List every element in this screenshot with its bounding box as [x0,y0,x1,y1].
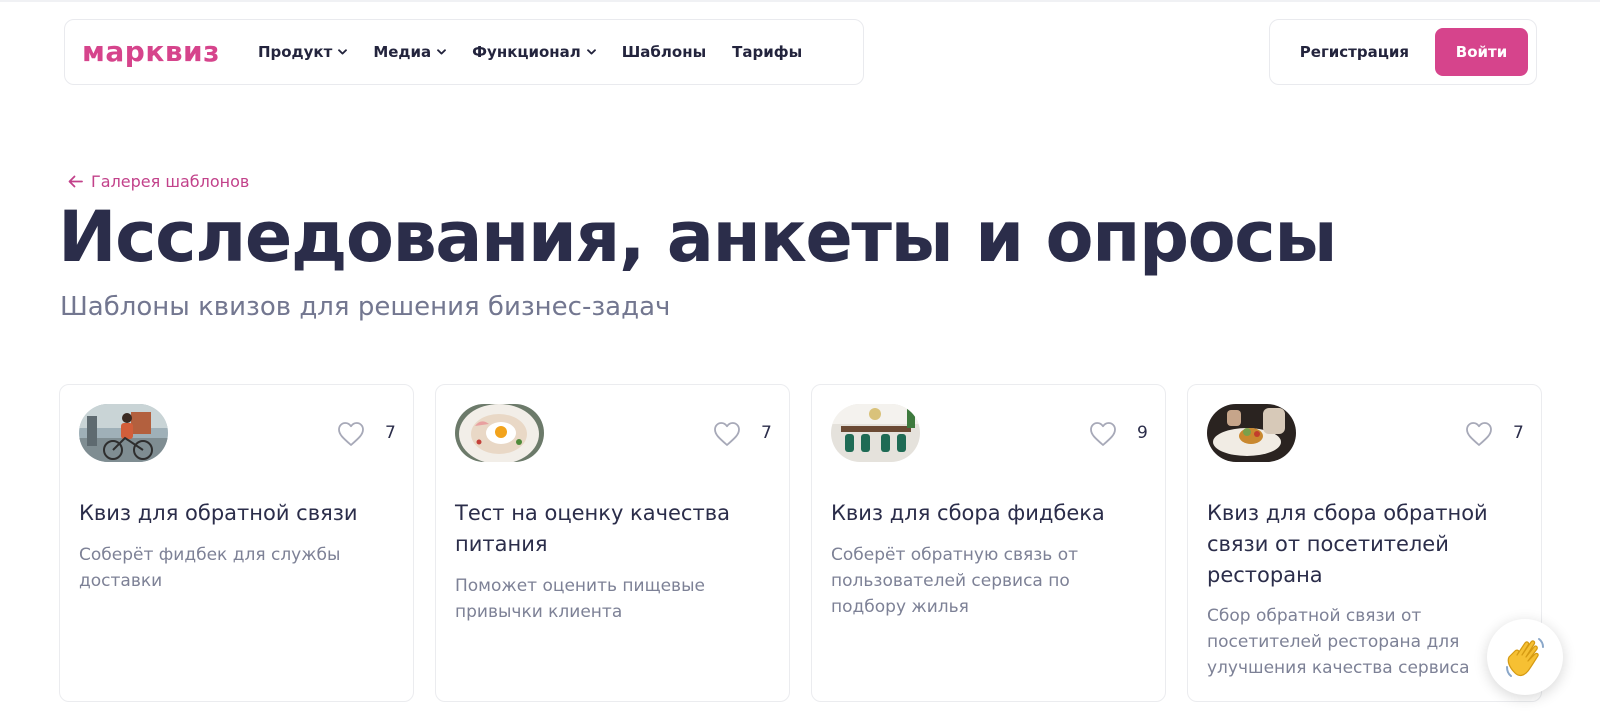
heart-icon[interactable] [1465,421,1493,447]
card-description: Соберёт обратную связь от пользователей … [831,545,1079,617]
likes-count: 7 [1513,423,1524,443]
card-thumbnail [455,404,544,462]
nav-item-label: Тарифы [732,43,803,61]
card-thumbnail [831,404,920,462]
page-subtitle: Шаблоны квизов для решения бизнес-задач [60,292,671,322]
likes-count: 9 [1137,423,1148,443]
heart-icon[interactable] [337,421,365,447]
arrow-left-icon [68,175,83,188]
nav-item-product[interactable]: Продукт [257,43,348,61]
breadcrumb[interactable]: Галерея шаблонов [68,172,249,191]
card-description: Сбор обратной связи от посетителей ресто… [1207,606,1470,678]
nav-item-label: Функционал [472,43,581,61]
nav-item-label: Продукт [257,43,333,61]
top-divider [0,0,1600,2]
auth-panel: Регистрация Войти [1269,19,1537,85]
template-card[interactable]: 9 Квиз для сбора фидбека Соберёт обратну… [811,384,1166,702]
nav-item-pricing[interactable]: Тарифы [732,43,802,61]
page-title: Исследования, анкеты и опросы [58,196,1338,278]
chat-widget-button[interactable] [1487,619,1563,695]
card-thumbnail [1207,404,1296,462]
nav-item-label: Шаблоны [621,43,707,61]
register-link[interactable]: Регистрация [1300,43,1409,61]
template-card[interactable]: 7 Тест на оценку качества питания Поможе… [435,384,790,702]
card-title: Тест на оценку качества питания [455,501,730,556]
nav-item-templates[interactable]: Шаблоны [622,43,706,61]
nav-item-label: Медиа [373,43,432,61]
card-thumbnail [79,404,168,462]
card-description: Поможет оценить пищевые привычки клиента [455,576,705,622]
breadcrumb-label: Галерея шаблонов [91,172,250,191]
nav-item-features[interactable]: Функционал [472,43,596,61]
page: марквиз Продукт Медиа Функционал Шаблоны… [0,0,1600,720]
nav-item-media[interactable]: Медиа [373,43,447,61]
waving-hand-icon [1506,638,1544,677]
login-button[interactable]: Войти [1435,28,1528,76]
likes-count: 7 [385,423,396,443]
chevron-down-icon [586,49,596,55]
logo[interactable]: марквиз [82,38,220,66]
card-title: Квиз для сбора обратной связи от посетит… [1207,501,1488,587]
card-title: Квиз для сбора фидбека [831,501,1105,525]
template-card[interactable]: 7 Квиз для обратной связи Соберёт фидбек… [59,384,414,702]
chevron-down-icon [437,49,447,55]
likes-count: 7 [761,423,772,443]
card-title: Квиз для обратной связи [79,501,358,525]
heart-icon[interactable] [713,421,741,447]
main-navigation: марквиз Продукт Медиа Функционал Шаблоны… [64,19,864,85]
card-description: Соберёт фидбек для службы доставки [79,545,341,591]
heart-icon[interactable] [1089,421,1117,447]
chevron-down-icon [338,49,348,55]
